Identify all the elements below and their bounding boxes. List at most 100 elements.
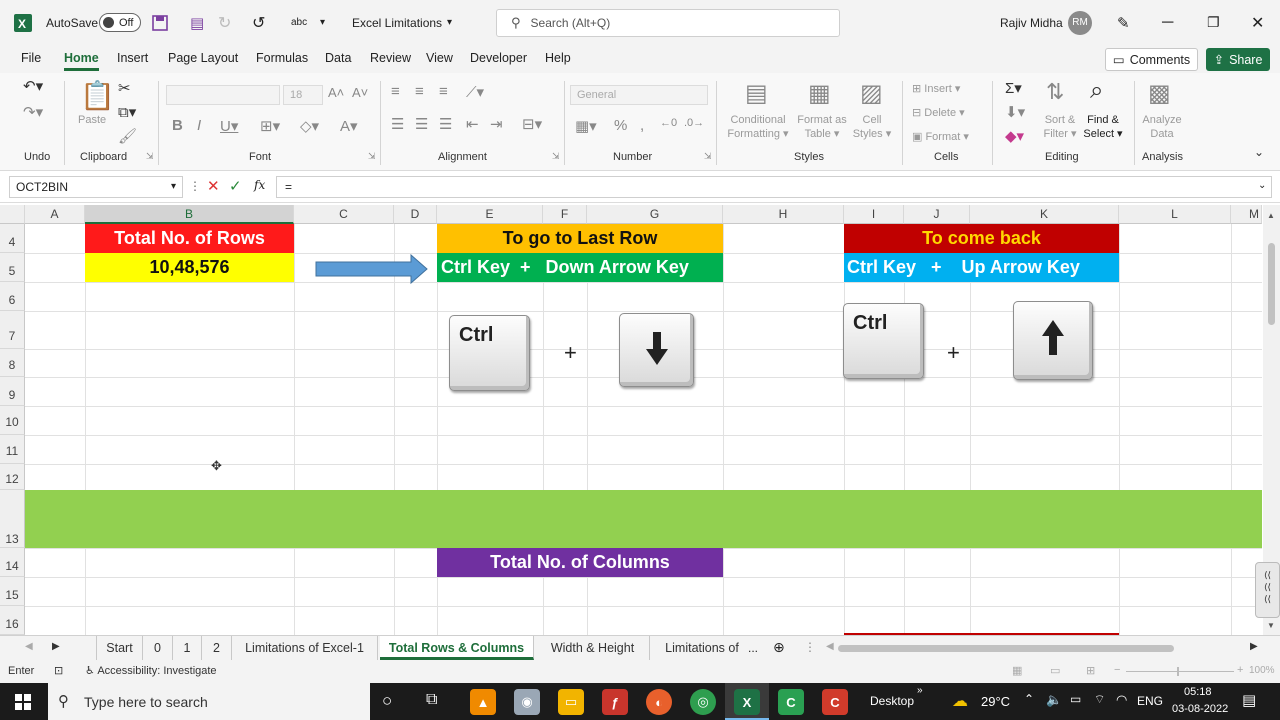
taskbar-search[interactable]: ⚲ Type here to search	[48, 683, 370, 720]
format-painter-icon[interactable]: 🖌	[118, 127, 137, 145]
firefox-icon[interactable]: ◐	[646, 689, 672, 715]
undo-icon[interactable]: ↺	[252, 0, 265, 45]
align-middle-icon[interactable]: ≡	[415, 83, 424, 100]
pen-icon[interactable]: ✎	[1117, 0, 1130, 45]
next-sheet-icon[interactable]: ▶	[52, 641, 60, 652]
weather-icon[interactable]: ☁	[952, 691, 968, 711]
delete-cells-button[interactable]: ⊟ Delete ▾	[912, 106, 965, 120]
analyze-data-label[interactable]: Analyze Data	[1140, 113, 1184, 141]
zoom-out-icon[interactable]: −	[1114, 664, 1120, 676]
name-box[interactable]: OCT2BIN ▾	[9, 176, 183, 198]
select-all-corner[interactable]	[0, 205, 25, 224]
last-row-header-cell[interactable]: To go to Last Row	[437, 224, 723, 253]
last-row-shortcut-cell[interactable]: Ctrl Key + Down Arrow Key	[437, 253, 723, 282]
cancel-icon[interactable]: ✕	[207, 177, 220, 195]
worksheet-grid[interactable]: A B C D E F G H I J K L M 4 5 6 7 8 9 10…	[0, 205, 1262, 635]
find-select-icon[interactable]: ⌕	[1090, 77, 1103, 105]
more-sheets-ellipsis[interactable]: ...	[748, 641, 758, 655]
cortana-icon[interactable]: ○	[382, 691, 392, 711]
row-header-6[interactable]: 6	[0, 282, 25, 311]
format-as-table-icon[interactable]: ▦	[808, 79, 831, 108]
cell-styles-label[interactable]: Cell Styles ▾	[850, 113, 894, 141]
horizontal-scroll-thumb[interactable]	[838, 645, 1174, 652]
font-launcher-icon[interactable]: ⇲	[368, 151, 376, 162]
undo-icon[interactable]: ↶▾	[23, 77, 43, 95]
share-button[interactable]: ⇪ Share	[1206, 48, 1270, 71]
come-back-shortcut-cell[interactable]: Ctrl Key + Up Arrow Key	[844, 253, 1119, 282]
increase-indent-icon[interactable]: ⇥	[490, 115, 503, 133]
close-icon[interactable]: ✕	[1251, 0, 1264, 45]
chrome-icon[interactable]: ◎	[690, 689, 716, 715]
accounting-icon[interactable]: ▦▾	[575, 117, 597, 135]
decrease-decimal-icon[interactable]: .0→	[684, 117, 704, 129]
formula-input[interactable]: =	[276, 176, 1272, 198]
scroll-down-icon[interactable]: ▼	[1267, 621, 1275, 630]
zoom-in-icon[interactable]: +	[1237, 664, 1243, 676]
row-header-12[interactable]: 12	[0, 464, 25, 490]
hscroll-right-icon[interactable]: ▶	[1250, 641, 1258, 652]
column-header-h[interactable]: H	[723, 205, 844, 224]
font-size-box[interactable]: 18	[283, 85, 323, 105]
conditional-formatting-icon[interactable]: ▤	[745, 79, 768, 108]
notification-icon[interactable]: ▤	[1242, 691, 1256, 709]
row-header-4[interactable]: 4	[0, 224, 25, 253]
sheet-tab-0[interactable]: 0	[143, 636, 173, 660]
normal-view-icon[interactable]: ▦	[1012, 664, 1022, 677]
desktop-toolbar-label[interactable]: Desktop	[870, 694, 914, 708]
row-header-11[interactable]: 11	[0, 435, 25, 464]
language-indicator[interactable]: ENG	[1137, 694, 1163, 708]
sheet-tab-start[interactable]: Start	[96, 636, 143, 660]
enter-icon[interactable]: ✓	[229, 177, 242, 195]
align-left-icon[interactable]: ☰	[391, 115, 404, 133]
tab-splitter-icon[interactable]: ⋮	[804, 640, 816, 654]
italic-icon[interactable]: I	[197, 117, 201, 134]
bold-icon[interactable]: B	[172, 117, 183, 134]
fill-icon[interactable]: ⬇▾	[1005, 103, 1025, 121]
borders-icon[interactable]: ⊞▾	[260, 117, 280, 135]
add-sheet-icon[interactable]: ⊕	[773, 639, 785, 656]
redo-icon[interactable]: ↷▾	[23, 103, 43, 121]
column-header-k[interactable]: K	[970, 205, 1119, 224]
format-as-table-label[interactable]: Format as Table ▾	[794, 113, 850, 141]
row-header-5[interactable]: 5	[0, 253, 25, 282]
align-top-icon[interactable]: ≡	[391, 83, 400, 100]
tab-file[interactable]: File	[21, 51, 41, 65]
tray-overflow-icon[interactable]: ⌃	[1024, 692, 1034, 706]
underline-icon[interactable]: U▾	[220, 117, 238, 135]
alignment-launcher-icon[interactable]: ⇲	[552, 151, 560, 162]
align-right-icon[interactable]: ☰	[439, 115, 452, 133]
row-header-15[interactable]: 15	[0, 577, 25, 606]
autosum-icon[interactable]: Σ▾	[1005, 79, 1022, 97]
column-header-e[interactable]: E	[437, 205, 543, 224]
row-header-10[interactable]: 10	[0, 406, 25, 435]
tab-home[interactable]: Home	[64, 51, 99, 71]
font-color-icon[interactable]: A▾	[340, 117, 358, 135]
scroll-up-icon[interactable]: ▲	[1267, 211, 1275, 220]
decrease-font-icon[interactable]: A˅	[352, 85, 368, 100]
side-panel-handle[interactable]: ⟨⟨ ⟨⟨ ⟨⟨	[1255, 562, 1280, 618]
ribbon-collapse-icon[interactable]: ⌄	[1254, 145, 1264, 159]
merge-icon[interactable]: ⊟▾	[522, 115, 542, 133]
vertical-scrollbar[interactable]: ▲ ⟨⟨ ⟨⟨ ⟨⟨ ▼	[1255, 205, 1280, 635]
clock-time[interactable]: 05:18	[1184, 686, 1212, 698]
file-explorer-icon[interactable]: ▭	[558, 689, 584, 715]
sheet-tab-total-rows-columns[interactable]: Total Rows & Columns	[380, 636, 534, 660]
zoom-slider[interactable]	[1126, 671, 1234, 672]
battery-icon[interactable]: ▭	[1070, 692, 1081, 706]
tab-insert[interactable]: Insert	[117, 51, 148, 65]
zoom-slider-thumb[interactable]	[1177, 667, 1179, 676]
row-header-8[interactable]: 8	[0, 349, 25, 377]
minimize-icon[interactable]: ─	[1162, 0, 1173, 45]
clock-date[interactable]: 03-08-2022	[1172, 703, 1228, 715]
row-header-9[interactable]: 9	[0, 377, 25, 406]
increase-font-icon[interactable]: A˄	[328, 85, 344, 100]
temperature[interactable]: 29°C	[981, 694, 1010, 709]
more-options-icon[interactable]: ⋮	[189, 179, 201, 193]
page-break-view-icon[interactable]: ⊞	[1086, 664, 1095, 677]
format-cells-button[interactable]: ▣ Format ▾	[912, 130, 969, 144]
copy-icon[interactable]: ⧉▾	[118, 103, 136, 121]
number-launcher-icon[interactable]: ⇲	[704, 151, 712, 162]
cell-styles-icon[interactable]: ▨	[860, 79, 883, 108]
sheet-tab-2[interactable]: 2	[202, 636, 232, 660]
column-header-m[interactable]: M	[1231, 205, 1262, 224]
